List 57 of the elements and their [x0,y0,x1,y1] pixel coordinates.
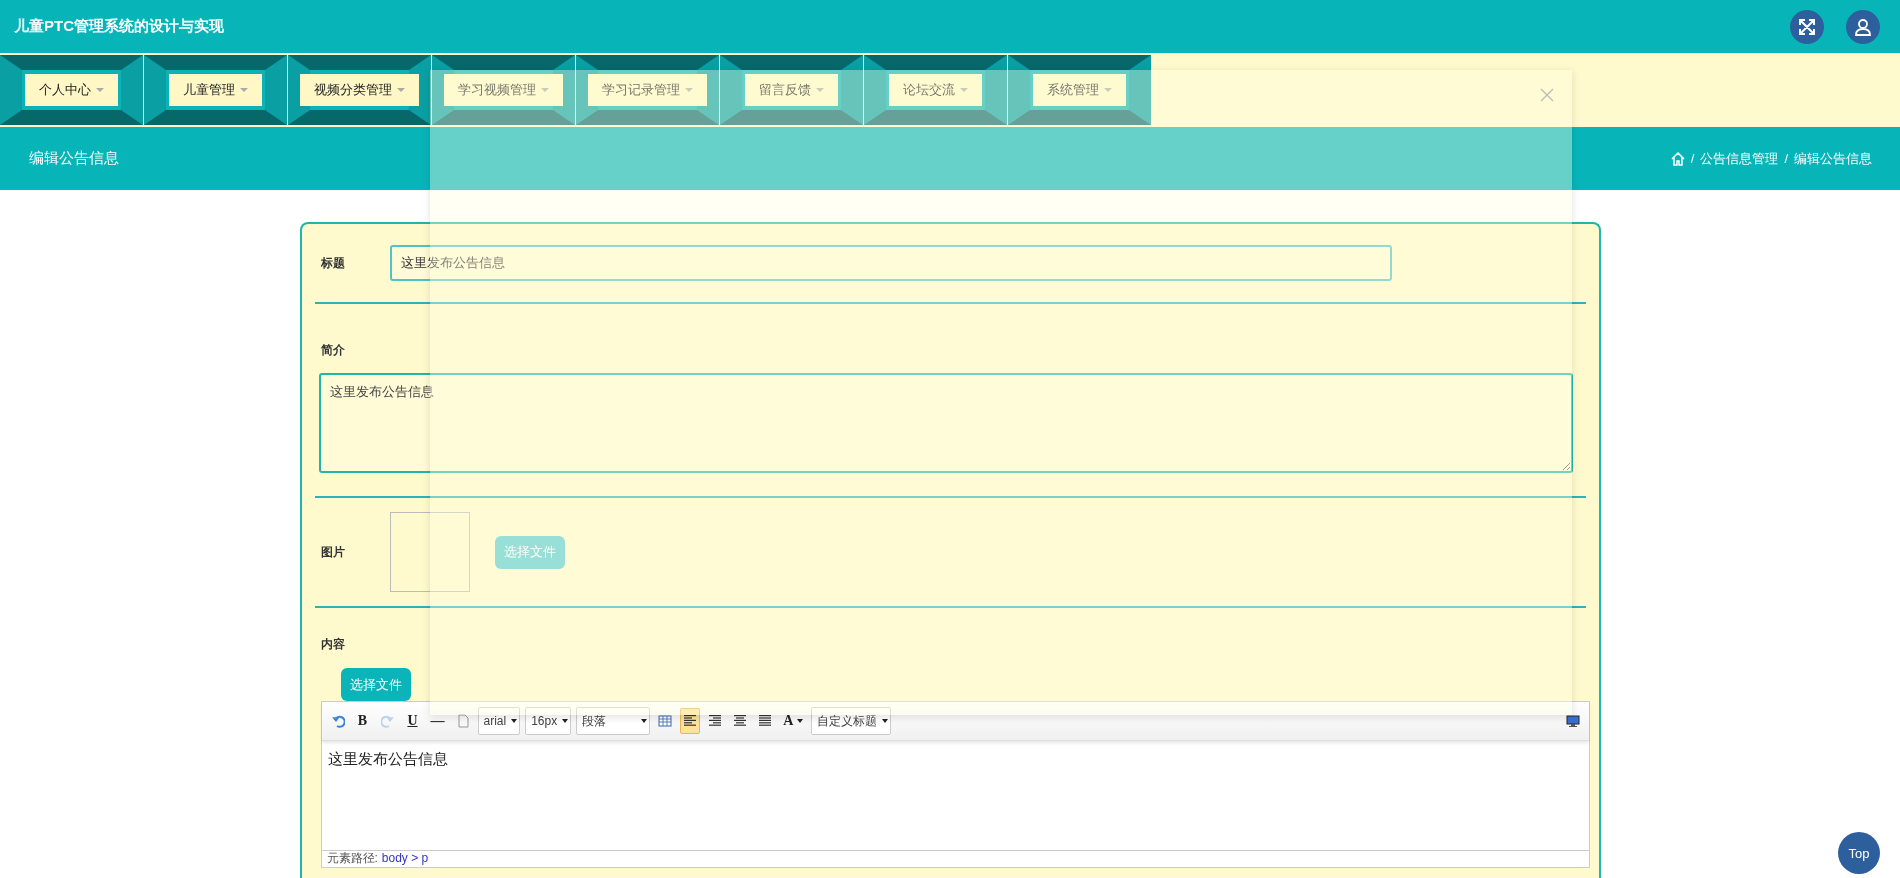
caret-icon [882,719,889,723]
menu-item[interactable]: 视频分类管理 [288,55,431,125]
fullscreen-button[interactable] [1790,9,1824,44]
format-button[interactable]: — [427,708,448,734]
expand-icon [1798,17,1816,36]
monitor-icon [1565,714,1580,728]
caret-icon [816,88,824,92]
path-label: 元素路径: [326,851,378,867]
user-button[interactable] [1846,9,1880,44]
align-center-icon [733,714,748,728]
menu-item[interactable]: 留言反馈 [720,55,863,125]
caret-icon [240,88,248,92]
caret-icon [960,88,968,92]
field-label: 内容 [319,636,346,653]
caret-icon [797,719,804,723]
align-left-icon [683,714,698,728]
back-to-top-button[interactable]: Top [1838,832,1880,874]
caret-icon [685,88,693,92]
breadcrumb-separator: / [1784,151,1788,166]
menu-item[interactable]: 论坛交流 [864,55,1007,125]
undo-icon [330,714,345,728]
caret-icon [1104,88,1112,92]
format-button[interactable]: U [402,708,423,734]
menu-item[interactable]: 学习记录管理 [576,55,719,125]
menu-item[interactable]: 个人中心 [0,55,143,125]
editor-select[interactable]: 段落 [576,707,651,735]
title-input[interactable]: 这里发布公告信息 [389,245,1392,281]
menu-item[interactable]: 学习视频管理 [432,55,575,125]
table-icon [658,714,673,728]
user-icon [1854,17,1872,36]
menu-item[interactable]: 系统管理 [1008,55,1151,125]
caret-icon [541,88,549,92]
editor-select[interactable]: arial [477,707,521,735]
editor-select[interactable]: 自定义标题 [811,707,892,735]
app-title: 儿童PTC管理系统的设计与实现 [14,17,225,36]
align-right-icon [708,714,723,728]
align-left-button[interactable] [680,708,701,734]
caret-icon [96,88,104,92]
element-path-link[interactable]: body > p [381,851,429,867]
field-label: 图片 [319,543,346,561]
field-label: 标题 [319,254,346,272]
justify-icon [758,714,773,728]
redo-icon [380,714,395,728]
breadcrumb-separator: / [1690,151,1695,166]
close-icon [1540,88,1554,102]
page-title: 编辑公告信息 [29,149,120,168]
font-color-button[interactable]: A [780,708,807,734]
caret-icon [511,719,518,723]
caret-icon [641,719,648,723]
format-button[interactable]: B [352,708,373,734]
caret-icon [397,88,405,92]
editor-select[interactable]: 16px [525,707,572,735]
field-label: 简介 [320,342,346,359]
summary-textarea[interactable]: 这里发布公告信息 [318,373,1573,473]
menu-item[interactable]: 儿童管理 [144,55,287,125]
editor-text: 这里发布公告信息 [327,750,449,769]
caret-icon [562,719,569,723]
